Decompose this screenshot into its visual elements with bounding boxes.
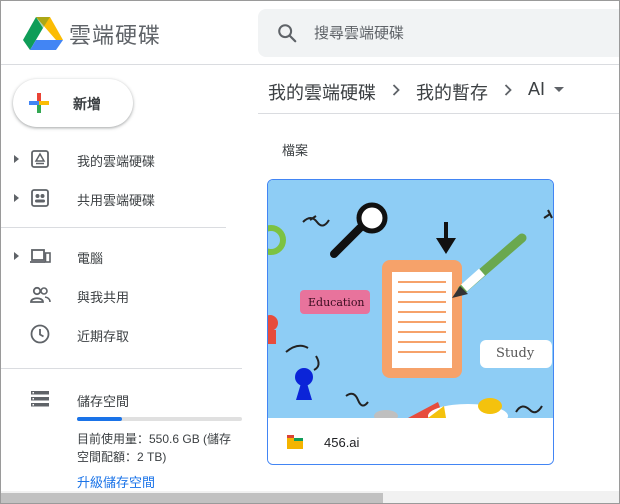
file-name: 456.ai <box>324 435 360 450</box>
sidebar-divider <box>1 368 242 369</box>
storage-progress-fill <box>77 417 122 421</box>
chevron-right-icon <box>392 84 400 96</box>
sidebar-item-recent[interactable]: 近期存取 <box>1 316 246 352</box>
computers-icon <box>30 249 51 263</box>
upgrade-storage-link[interactable]: 升級儲存空間 <box>77 472 155 491</box>
breadcrumb: 我的雲端硬碟 我的暫存 AI <box>258 66 619 114</box>
sidebar-item-shared-with-me[interactable]: 與我共用 <box>1 277 246 313</box>
storage-title[interactable]: 儲存空間 <box>77 391 129 410</box>
search-bar[interactable] <box>258 9 619 57</box>
shared-with-me-icon <box>30 286 51 303</box>
file-card-footer: 456.ai <box>268 418 553 464</box>
sidebar-item-computers[interactable]: 電腦 <box>1 238 246 274</box>
new-button-label: 新增 <box>73 96 101 112</box>
storage-quota-text: 空間配額：2 TB) <box>77 450 167 464</box>
new-button[interactable]: 新增 <box>13 79 133 127</box>
sidebar: 新增 我的雲端硬碟 共用雲端硬碟 電腦 與我共用 近期存取 儲存空間 目前使用量… <box>1 66 246 503</box>
sidebar-item-label: 與我共用 <box>77 290 130 305</box>
search-input[interactable] <box>314 21 604 45</box>
breadcrumb-item-my-drive[interactable]: 我的雲端硬碟 <box>268 79 376 105</box>
expand-caret-icon[interactable] <box>14 194 19 202</box>
horizontal-scrollbar[interactable] <box>1 491 619 503</box>
breadcrumb-item-temp[interactable]: 我的暫存 <box>416 79 488 105</box>
search-icon[interactable] <box>276 22 298 44</box>
sidebar-item-label: 電腦 <box>77 251 104 266</box>
recent-icon <box>30 324 50 344</box>
top-bar: 雲端硬碟 <box>1 1 619 65</box>
sidebar-item-label: 近期存取 <box>77 329 130 344</box>
plus-icon <box>29 93 49 113</box>
shared-drives-icon <box>31 189 49 207</box>
expand-caret-icon[interactable] <box>14 155 19 163</box>
storage-icon <box>31 391 49 407</box>
files-section-label: 檔案 <box>282 143 309 158</box>
expand-caret-icon[interactable] <box>14 252 19 260</box>
my-drive-icon <box>31 150 49 168</box>
sidebar-item-label: 我的雲端硬碟 <box>77 154 156 169</box>
drive-window: 雲端硬碟 新增 我 <box>0 0 620 504</box>
thumbnail-text-education: Education <box>308 296 365 309</box>
breadcrumb-item-current[interactable]: AI <box>528 79 545 100</box>
storage-used-text: 目前使用量：550.6 GB (儲存 <box>77 432 232 446</box>
scrollbar-thumb[interactable] <box>1 493 383 503</box>
illustrator-file-icon <box>287 435 303 449</box>
sidebar-item-label: 共用雲端硬碟 <box>77 193 156 208</box>
file-card[interactable]: Education Study 456.ai <box>267 179 554 465</box>
caret-down-icon[interactable] <box>554 87 564 92</box>
thumbnail-text-study: Study <box>496 346 535 361</box>
sidebar-item-my-drive[interactable]: 我的雲端硬碟 <box>1 141 246 177</box>
app-title: 雲端硬碟 <box>69 23 162 48</box>
drive-logo-icon[interactable] <box>23 15 63 51</box>
chevron-right-icon <box>504 84 512 96</box>
sidebar-item-shared-drives[interactable]: 共用雲端硬碟 <box>1 180 246 216</box>
sidebar-divider <box>1 227 226 228</box>
storage-progress-bar <box>77 417 242 421</box>
